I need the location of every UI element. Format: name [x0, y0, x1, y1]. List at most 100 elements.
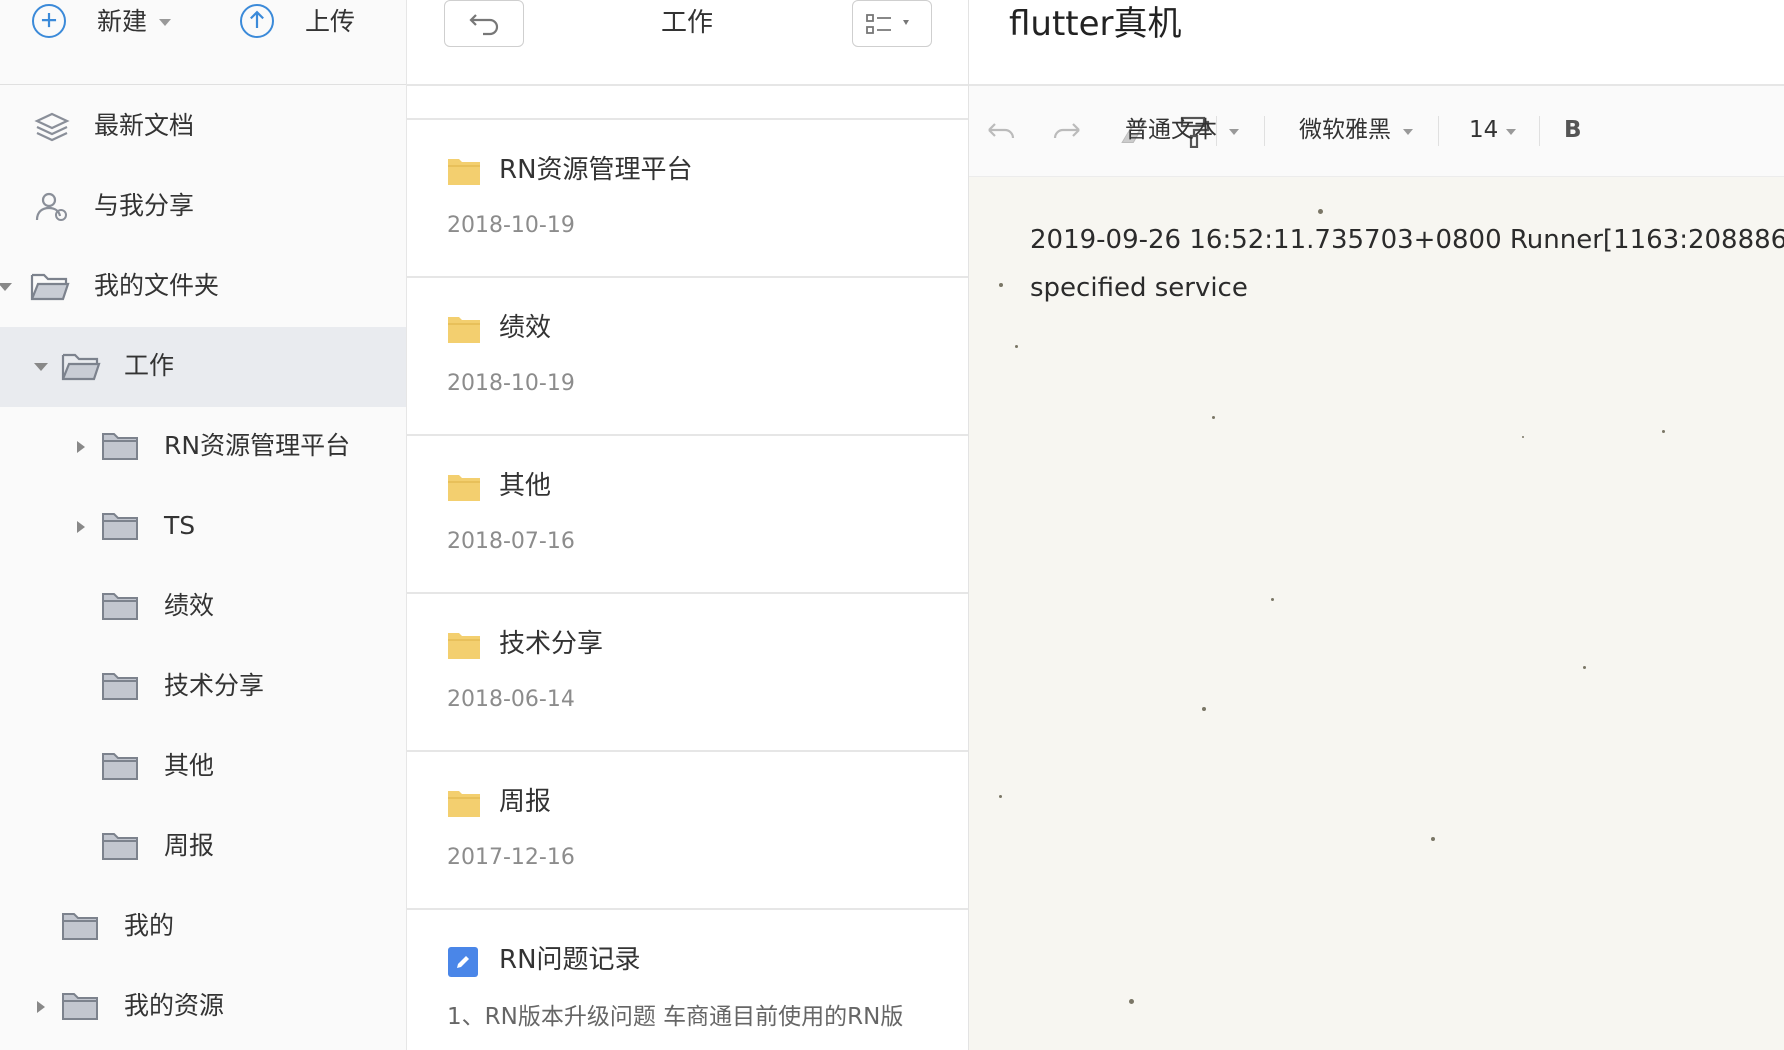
list-title: 工作 [661, 8, 714, 38]
item-name: 周报 [499, 787, 552, 817]
sidebar-item-rn-platform[interactable]: RN资源管理平台 [0, 407, 406, 487]
collapse-arrow-icon[interactable] [34, 363, 48, 371]
paper-speck [1271, 598, 1274, 601]
undo-arrow-icon [469, 14, 499, 36]
folder-icon [62, 913, 98, 940]
editor-content[interactable]: 2019-09-26 16:52:11.735703+0800 Runner[1… [969, 177, 1784, 1050]
sidebar-item-performance[interactable]: 绩效 [0, 567, 406, 647]
undo-icon[interactable] [983, 116, 1019, 146]
sidebar-item-label: 工作 [124, 351, 175, 380]
list-view-icon [866, 14, 909, 34]
folder-icon [62, 993, 98, 1020]
sidebar-item-label: 我的资源 [124, 991, 225, 1020]
list-item[interactable]: RN资源管理平台 2018-10-19 [407, 120, 968, 278]
note-edit-icon [448, 947, 478, 977]
view-mode-button[interactable] [852, 0, 932, 47]
redo-icon[interactable] [1049, 116, 1085, 146]
paper-speck [1202, 707, 1206, 711]
back-button[interactable] [444, 0, 524, 47]
new-button[interactable]: 新建 [97, 6, 147, 38]
sidebar-item-mine[interactable]: 我的 [0, 887, 406, 967]
plus-circle-icon[interactable] [32, 4, 66, 38]
item-date: 2018-06-14 [447, 687, 575, 712]
shared-users-icon [35, 192, 67, 221]
sidebar-item-other[interactable]: 其他 [0, 727, 406, 807]
note-name: RN问题记录 [499, 945, 641, 975]
sidebar-item-tech-share[interactable]: 技术分享 [0, 647, 406, 727]
folder-open-icon [61, 353, 101, 381]
folder-icon [448, 475, 480, 501]
folder-icon [448, 159, 480, 185]
sidebar-item-ts[interactable]: TS [0, 487, 406, 567]
folder-icon [102, 593, 138, 620]
font-family-caret-icon[interactable] [1403, 129, 1413, 135]
sidebar-item-my-folders[interactable]: 我的文件夹 [0, 247, 406, 327]
paper-speck [999, 795, 1002, 798]
document-title[interactable]: flutter真机 [1009, 2, 1182, 46]
item-date: 2018-07-16 [447, 529, 575, 554]
content-line: specified service [1030, 273, 1248, 303]
paper-speck [1015, 345, 1018, 348]
paper-speck [1662, 430, 1665, 433]
item-date: 2018-10-19 [447, 371, 575, 396]
folder-icon [448, 791, 480, 817]
folder-icon [448, 317, 480, 343]
file-list-panel: 工作 RN资源管理平台 2018-10-19 绩效 2018-10-19 其他 … [407, 0, 969, 1050]
collapse-arrow-icon[interactable] [0, 283, 12, 291]
paragraph-style-select[interactable]: 普通文本 [1125, 114, 1217, 146]
content-line: 2019-09-26 16:52:11.735703+0800 Runner[1… [1030, 225, 1784, 255]
item-date: 2017-12-16 [447, 845, 575, 870]
editor-toolbar: 普通文本 微软雅黑 14 B [969, 86, 1784, 177]
folder-icon [102, 513, 138, 540]
sidebar-item-label: RN资源管理平台 [164, 431, 351, 460]
folder-icon [102, 833, 138, 860]
expand-arrow-icon[interactable] [77, 521, 85, 533]
folder-icon [102, 673, 138, 700]
sidebar-item-label: 最新文档 [94, 111, 195, 140]
sidebar-item-label: 绩效 [164, 591, 215, 620]
paper-speck [1129, 999, 1134, 1004]
paper-speck [1522, 436, 1524, 438]
sidebar-item-work[interactable]: 工作 [0, 327, 406, 407]
paper-speck [1431, 837, 1435, 841]
editor-header: flutter真机 [969, 0, 1784, 86]
sidebar-item-label: 周报 [164, 831, 215, 860]
note-item[interactable]: RN问题记录 1、RN版本升级问题 车商通目前使用的RN版 [407, 910, 968, 1050]
sidebar-item-label: 与我分享 [94, 191, 195, 220]
sidebar-item-label: 我的文件夹 [94, 271, 220, 300]
sidebar-item-recent[interactable]: 最新文档 [0, 87, 406, 167]
toolbar-divider [1264, 116, 1265, 146]
item-name: 绩效 [499, 313, 552, 343]
paper-speck [999, 283, 1003, 287]
folder-icon [102, 753, 138, 780]
list-item[interactable]: 周报 2017-12-16 [407, 752, 968, 910]
font-family-select[interactable]: 微软雅黑 [1299, 114, 1391, 146]
upload-button[interactable]: 上传 [305, 6, 355, 38]
note-snippet: 1、RN版本升级问题 车商通目前使用的RN版 [447, 1004, 904, 1030]
sidebar-item-my-resources[interactable]: 我的资源 [0, 967, 406, 1047]
item-date: 2018-10-19 [447, 213, 575, 238]
item-name: 技术分享 [499, 629, 604, 659]
expand-arrow-icon[interactable] [37, 1001, 45, 1013]
list-item[interactable]: 技术分享 2018-06-14 [407, 594, 968, 752]
item-name: RN资源管理平台 [499, 155, 693, 185]
upload-circle-icon[interactable] [240, 4, 274, 38]
toolbar-divider [1438, 116, 1439, 146]
expand-arrow-icon[interactable] [77, 441, 85, 453]
sidebar-item-shared[interactable]: 与我分享 [0, 167, 406, 247]
sidebar-item-label: 技术分享 [164, 671, 265, 700]
font-size-select[interactable]: 14 [1469, 114, 1498, 146]
layers-icon [34, 112, 70, 142]
paragraph-style-caret-icon[interactable] [1229, 129, 1239, 135]
item-name: 其他 [499, 471, 552, 501]
paper-speck [1583, 666, 1586, 669]
list-item[interactable]: 绩效 2018-10-19 [407, 278, 968, 436]
bold-button[interactable]: B [1564, 114, 1582, 146]
sidebar-item-weekly[interactable]: 周报 [0, 807, 406, 887]
sidebar-item-label: TS [164, 511, 196, 540]
new-dropdown-icon[interactable] [159, 19, 171, 26]
list-item[interactable]: 其他 2018-07-16 [407, 436, 968, 594]
editor-panel: flutter真机 普通文本 微软雅黑 14 B 2019-09-26 16:5… [969, 0, 1784, 1050]
folder-open-icon [30, 273, 70, 301]
font-size-caret-icon[interactable] [1506, 129, 1516, 135]
